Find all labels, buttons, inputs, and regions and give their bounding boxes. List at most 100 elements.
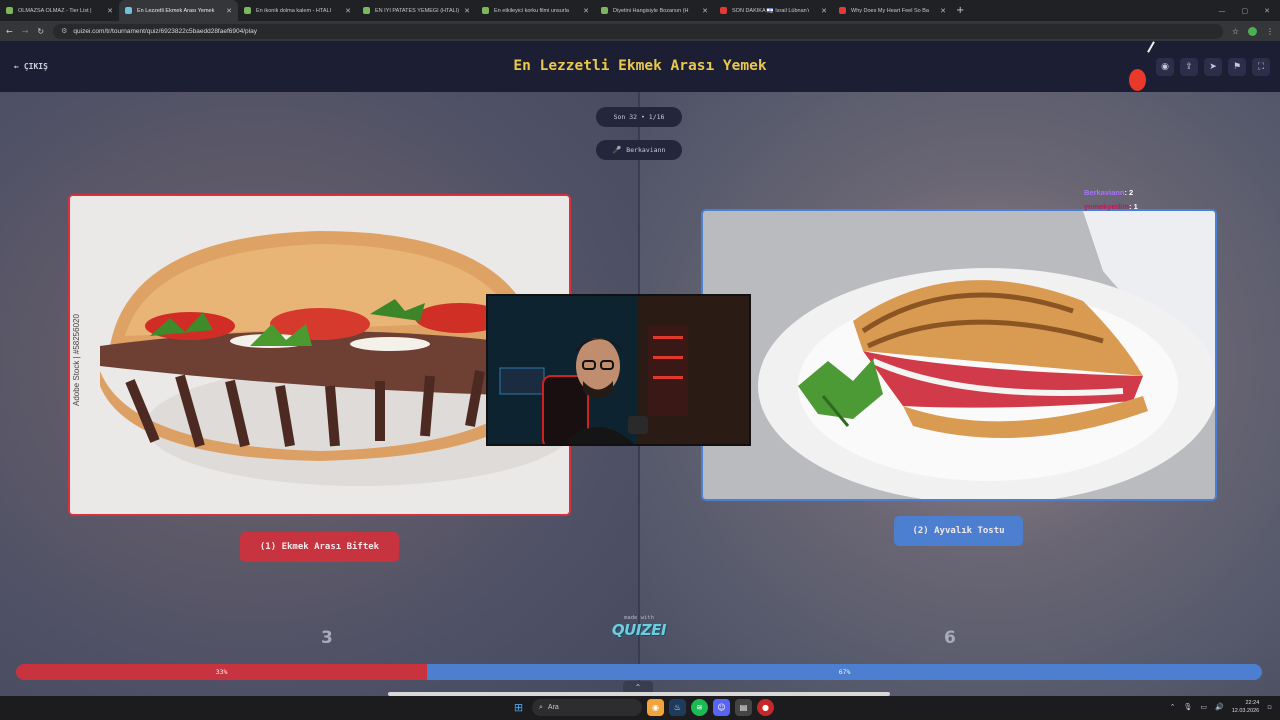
browser-tab[interactable]: En ikonik dolma kalem - HTALİ ✕ bbox=[238, 0, 357, 21]
fullscreen-icon[interactable]: ⛶ bbox=[1252, 58, 1270, 76]
flag-icon[interactable]: ⚑ bbox=[1228, 58, 1246, 76]
back-icon[interactable]: ← bbox=[6, 27, 13, 36]
option-1-percent-label: 33% bbox=[215, 668, 228, 676]
forward-icon[interactable]: → bbox=[22, 27, 29, 36]
site-info-icon[interactable]: ⚙ bbox=[61, 27, 67, 35]
option-2-percent-label: 67% bbox=[838, 668, 851, 676]
site-favicon-icon bbox=[363, 7, 370, 14]
search-icon: ⌕ bbox=[539, 703, 543, 711]
option-2-card[interactable] bbox=[701, 209, 1217, 501]
site-favicon-icon bbox=[601, 7, 608, 14]
browser-tab[interactable]: EN İYİ PATATES YEMEĞİ (HTALİ) ✕ bbox=[357, 0, 476, 21]
minimize-icon[interactable]: — bbox=[1219, 7, 1226, 15]
quiz-title: En Lezzetli Ekmek Arası Yemek bbox=[513, 58, 767, 74]
vote-progress-bar: 33% 67% bbox=[16, 664, 1262, 680]
header-actions: ◉ ⇪ ➤ ⚑ ⛶ bbox=[1156, 58, 1270, 76]
close-tab-icon[interactable]: ✕ bbox=[940, 7, 946, 15]
quiz-header: ← ÇIKIŞ En Lezzetli Ekmek Arası Yemek ◉ … bbox=[0, 41, 1280, 92]
tray-chevron-icon[interactable]: ⌃ bbox=[1170, 703, 1176, 711]
steam-icon[interactable]: ♨ bbox=[669, 699, 686, 716]
browser-tab-title: En Lezzetli Ekmek Arası Yemek bbox=[137, 7, 215, 14]
round-badge: Son 32 • 1/16 bbox=[596, 107, 682, 127]
site-favicon-icon bbox=[482, 7, 489, 14]
system-clock[interactable]: 22:24 12.03.2026 bbox=[1232, 699, 1260, 715]
close-tab-icon[interactable]: ✕ bbox=[107, 7, 113, 15]
browser-address-bar: ← → ↻ ⚙ quizei.com/tr/tournament/quiz/69… bbox=[0, 21, 1280, 41]
round-label: Son 32 • 1/16 bbox=[613, 113, 665, 121]
url-text: quizei.com/tr/tournament/quiz/6923822c5b… bbox=[73, 27, 257, 35]
browser-tab-title: En ikonik dolma kalem - HTALİ bbox=[256, 7, 332, 14]
option-1-button[interactable]: (1) Ekmek Arası Biftek bbox=[240, 532, 399, 562]
made-with-branding[interactable]: made with QUIZEI bbox=[600, 615, 678, 639]
bookmark-star-icon[interactable]: ☆ bbox=[1232, 27, 1239, 36]
option-2-percent-segment: 67% bbox=[427, 664, 1262, 680]
window-controls: — ▢ ✕ bbox=[1219, 7, 1280, 15]
chat-vote: 1 bbox=[1133, 202, 1138, 211]
microphone-icon: 🎤 bbox=[612, 146, 622, 154]
chat-line: yemekyedim: 1 bbox=[1084, 202, 1138, 211]
close-tab-icon[interactable]: ✕ bbox=[226, 7, 232, 15]
quizei-favicon-icon bbox=[125, 7, 132, 14]
chat-user: Berkaviann bbox=[1084, 188, 1125, 197]
chat-vote: 2 bbox=[1129, 188, 1134, 197]
clock-time: 22:24 bbox=[1245, 700, 1260, 706]
browser-tab[interactable]: OLMAZSA OLMAZ - Tier List | ✕ bbox=[0, 0, 119, 21]
close-tab-icon[interactable]: ✕ bbox=[464, 7, 470, 15]
clock-date: 12.03.2026 bbox=[1231, 708, 1260, 714]
option-1-vote-count: 3 bbox=[321, 628, 333, 648]
close-tab-icon[interactable]: ✕ bbox=[583, 7, 589, 15]
recording-indicator bbox=[1129, 69, 1146, 91]
taskbar-apps: ⊞ ⌕ Ara ◉ ♨ ≋ ☺ ▤ ● bbox=[510, 699, 774, 716]
chat-user: yemekyedim bbox=[1084, 202, 1130, 211]
browser-menu-icon[interactable]: ⋮ bbox=[1266, 27, 1274, 36]
ayvalik-toast-image bbox=[703, 211, 1215, 499]
site-favicon-icon bbox=[6, 7, 13, 14]
send-icon[interactable]: ➤ bbox=[1204, 58, 1222, 76]
browser-tab-title: Diyetini Hangisiyle Bozarsın (H bbox=[613, 7, 689, 14]
share-icon[interactable]: ⇪ bbox=[1180, 58, 1198, 76]
notification-icon[interactable]: ▫ bbox=[1267, 703, 1272, 711]
browser-tab[interactable]: SON DAKİKA 🇮🇱 İsrail Lübnan'ı ✕ bbox=[714, 0, 833, 21]
option-1-percent-segment: 33% bbox=[16, 664, 428, 680]
windows-start-icon[interactable]: ⊞ bbox=[510, 699, 527, 716]
chrome-icon[interactable]: ◉ bbox=[647, 699, 664, 716]
browser-tab-title: EN İYİ PATATES YEMEĞİ (HTALİ) bbox=[375, 7, 460, 14]
microphone-tray-icon[interactable]: 🎙 bbox=[1183, 703, 1192, 711]
eye-icon[interactable]: ◉ bbox=[1156, 58, 1174, 76]
quiz-page: ← ÇIKIŞ En Lezzetli Ekmek Arası Yemek ◉ … bbox=[0, 41, 1280, 696]
browser-tab-title: Why Does My Heart Feel So Ba bbox=[851, 7, 929, 14]
close-tab-icon[interactable]: ✕ bbox=[821, 7, 827, 15]
chat-overlay: Berkaviann: 2 yemekyedim: 1 bbox=[1084, 186, 1138, 214]
close-window-icon[interactable]: ✕ bbox=[1264, 7, 1270, 15]
browser-tab-bar: OLMAZSA OLMAZ - Tier List | ✕ En Lezzetli … bbox=[0, 0, 1280, 21]
quizei-logo: QUIZEI bbox=[611, 621, 667, 639]
new-tab-button[interactable]: + bbox=[956, 5, 964, 16]
webcam-feed-image bbox=[488, 296, 749, 444]
streamer-badge: 🎤 Berkaviann bbox=[596, 140, 682, 160]
network-icon[interactable]: ▭ bbox=[1200, 703, 1207, 711]
extension-icon[interactable] bbox=[1248, 26, 1257, 36]
site-favicon-icon bbox=[244, 7, 251, 14]
spotify-icon[interactable]: ≋ bbox=[691, 699, 708, 716]
browser-tab[interactable]: En etkileyici korku filmi unsurla ✕ bbox=[476, 0, 595, 21]
option-2-button[interactable]: (2) Ayvalık Tostu bbox=[894, 516, 1023, 546]
maximize-icon[interactable]: ▢ bbox=[1242, 7, 1249, 15]
browser-tab[interactable]: Diyetini Hangisiyle Bozarsın (H ✕ bbox=[595, 0, 714, 21]
discord-icon[interactable]: ☺ bbox=[713, 699, 730, 716]
reload-icon[interactable]: ↻ bbox=[37, 27, 44, 36]
browser-tab[interactable]: Why Does My Heart Feel So Ba ✕ bbox=[833, 0, 952, 21]
os-taskbar: ⊞ ⌕ Ara ◉ ♨ ≋ ☺ ▤ ● ⌃ 🎙 ▭ 🔊 22:24 12.03.… bbox=[0, 696, 1280, 720]
obs-icon[interactable]: ● bbox=[757, 699, 774, 716]
webcam-overlay bbox=[486, 294, 751, 446]
close-tab-icon[interactable]: ✕ bbox=[702, 7, 708, 15]
url-field[interactable]: ⚙ quizei.com/tr/tournament/quiz/6923822c… bbox=[53, 23, 1223, 39]
browser-tab[interactable]: En Lezzetli Ekmek Arası Yemek ✕ bbox=[119, 0, 238, 21]
taskbar-search[interactable]: ⌕ Ara bbox=[532, 699, 642, 716]
streamer-name: Berkaviann bbox=[626, 146, 666, 154]
image-watermark: Adobe Stock | #58256020 bbox=[72, 314, 81, 406]
search-placeholder: Ara bbox=[547, 704, 559, 711]
close-tab-icon[interactable]: ✕ bbox=[345, 7, 351, 15]
volume-icon[interactable]: 🔊 bbox=[1215, 703, 1224, 711]
youtube-favicon-icon bbox=[839, 7, 846, 14]
file-explorer-icon[interactable]: ▤ bbox=[735, 699, 752, 716]
